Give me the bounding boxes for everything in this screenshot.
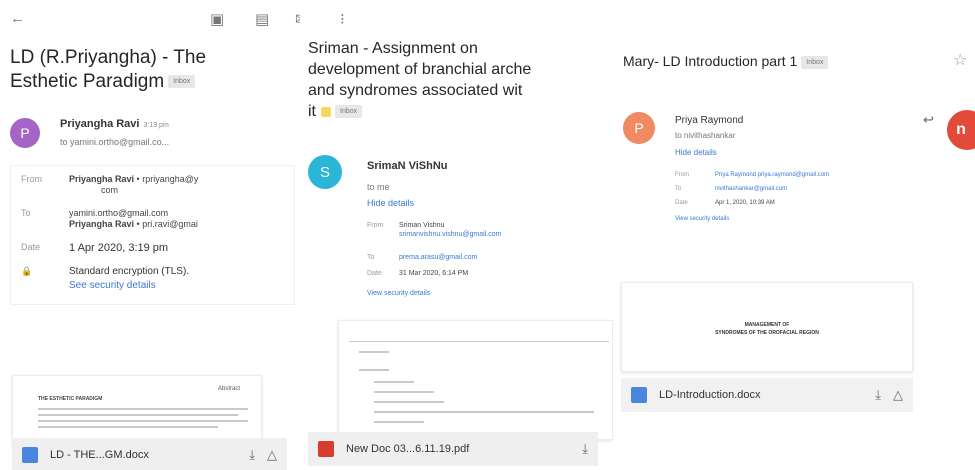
to-label: To bbox=[21, 208, 31, 218]
subject-line-4: it Inbox bbox=[308, 101, 531, 122]
avatar-letter: P bbox=[634, 120, 644, 136]
date-label: Date bbox=[367, 270, 382, 277]
attachment-bar[interactable]: LD-Introduction.docx ⤓ △ bbox=[621, 378, 913, 412]
sender-name: Priya Raymond bbox=[675, 115, 744, 126]
to-value-1: yamini.ortho@gmail.com bbox=[69, 208, 169, 218]
recipient-line[interactable]: to nivithashankar bbox=[675, 131, 735, 140]
archive-icon[interactable]: ▣ bbox=[210, 10, 224, 28]
details-block: From Priya Raymond priya.raymond@gmail.c… bbox=[675, 172, 965, 237]
recipient-line[interactable]: to yamini.ortho@gmail.co... bbox=[60, 137, 169, 147]
from-value: Sriman Vishnu bbox=[399, 222, 445, 229]
security-text: Standard encryption (TLS). bbox=[69, 266, 190, 277]
inbox-label[interactable]: Inbox bbox=[335, 105, 363, 119]
email-subject: Sriman - Assignment on development of br… bbox=[308, 38, 531, 122]
download-icon[interactable]: ⤓ bbox=[249, 447, 255, 463]
to-label: To bbox=[367, 254, 375, 261]
to-value-2: Priyangha Ravi • pri.ravi@gmai bbox=[69, 219, 198, 229]
attachment-name: LD - THE...GM.docx bbox=[50, 449, 149, 461]
docx-file-icon bbox=[22, 447, 38, 463]
drive-icon[interactable]: △ bbox=[267, 447, 277, 463]
hide-details-link[interactable]: Hide details bbox=[367, 198, 414, 208]
recipient-line[interactable]: to me bbox=[367, 182, 390, 192]
view-security-details-link[interactable]: View security details bbox=[675, 216, 729, 222]
reply-icon[interactable]: ↩ bbox=[923, 112, 934, 128]
sender-avatar[interactable]: S bbox=[308, 155, 342, 189]
email-subject: LD (R.Priyangha) - The Esthetic Paradigm… bbox=[10, 46, 206, 94]
drive-icon[interactable]: △ bbox=[893, 387, 903, 403]
preview-title: THE ESTHETIC PARADIGM bbox=[38, 396, 103, 402]
from-label: From bbox=[675, 172, 689, 178]
lock-icon: 🔒 bbox=[21, 266, 33, 276]
subject-line-2: Esthetic Paradigm Inbox bbox=[10, 70, 206, 94]
date-value: Apr 1, 2020, 10:39 AM bbox=[715, 200, 775, 206]
subject-line-3: and syndromes associated wit bbox=[308, 82, 523, 99]
hide-details-link[interactable]: Hide details bbox=[675, 148, 717, 157]
subject-line-2: development of branchial arche bbox=[308, 61, 532, 78]
star-icon[interactable]: ☆ bbox=[953, 50, 967, 70]
from-email[interactable]: srimanvishnu.vishnu@gmail.com bbox=[399, 231, 501, 238]
preview-title-1: MANAGEMENT OF bbox=[744, 322, 790, 328]
download-icon[interactable]: ⤓ bbox=[582, 441, 588, 457]
email-subject: Mary- LD Introduction part 1 Inbox bbox=[623, 52, 829, 70]
inbox-label[interactable]: Inbox bbox=[801, 55, 829, 69]
subject-line-1: LD (R.Priyangha) - The bbox=[10, 47, 207, 68]
sender-name: SrimaN ViShNu bbox=[367, 160, 448, 172]
star-icon[interactable] bbox=[321, 106, 331, 117]
email-panel-1: ← ▣ ▤ ✉ LD (R.Priyangha) - The Esthetic … bbox=[0, 0, 300, 470]
from-label: From bbox=[21, 174, 42, 184]
download-icon[interactable]: ⤓ bbox=[875, 387, 881, 403]
from-value: Priyangha Ravi • rpriyangha@y bbox=[69, 174, 199, 184]
attachment-name: LD-Introduction.docx bbox=[659, 389, 761, 401]
more-options-icon[interactable]: ⁝ bbox=[340, 10, 345, 28]
email-panel-2: ⁝ Sriman - Assignment on development of … bbox=[300, 0, 613, 470]
details-block: From Sriman Vishnu srimanvishnu.vishnu@g… bbox=[367, 222, 607, 307]
pdf-file-icon bbox=[318, 441, 334, 457]
date-value: 31 Mar 2020, 6:14 PM bbox=[399, 270, 469, 277]
account-avatar-letter: n bbox=[956, 121, 966, 138]
date-value: 1 Apr 2020, 3:19 pm bbox=[69, 242, 169, 254]
details-card: From Priyangha Ravi • rpriyangha@y com T… bbox=[10, 165, 295, 305]
preview-heading: Abstract bbox=[218, 386, 241, 392]
attachment-preview[interactable]: Abstract THE ESTHETIC PARADIGM bbox=[12, 375, 262, 445]
sender-avatar[interactable]: P bbox=[623, 112, 655, 144]
attachment-name: New Doc 03...6.11.19.pdf bbox=[346, 443, 470, 455]
see-security-details-link[interactable]: See security details bbox=[69, 280, 156, 291]
to-value[interactable]: prema.arasu@gmail.com bbox=[399, 254, 477, 261]
attachment-preview[interactable]: MANAGEMENT OF SYNDROMES OF THE OROFACIAL… bbox=[621, 282, 913, 372]
docx-file-icon bbox=[631, 387, 647, 403]
email-panel-3: Mary- LD Introduction part 1 Inbox ☆ P Pr… bbox=[613, 0, 975, 470]
toolbar: ← ▣ ▤ ✉ bbox=[10, 10, 300, 30]
email-time: 3:19 pm bbox=[143, 122, 169, 129]
sender-name: Priyangha Ravi 3:19 pm bbox=[60, 118, 169, 130]
back-arrow-icon[interactable]: ← bbox=[10, 10, 25, 27]
attachment-bar[interactable]: New Doc 03...6.11.19.pdf ⤓ bbox=[308, 432, 598, 466]
attachment-preview[interactable] bbox=[338, 320, 613, 440]
delete-icon[interactable]: ▤ bbox=[255, 10, 269, 28]
date-label: Date bbox=[21, 242, 41, 252]
attachment-bar[interactable]: LD - THE...GM.docx ⤓ △ bbox=[12, 438, 287, 470]
preview-title-2: SYNDROMES OF THE OROFACIAL REGION bbox=[715, 330, 819, 336]
avatar-letter: P bbox=[20, 125, 30, 141]
view-security-details-link[interactable]: View security details bbox=[367, 290, 430, 297]
sender-avatar[interactable]: P bbox=[10, 118, 40, 148]
from-value[interactable]: Priya Raymond priya.raymond@gmail.com bbox=[715, 172, 829, 178]
to-label: To bbox=[675, 186, 682, 192]
to-value[interactable]: nivithashankar@gmail.com bbox=[715, 186, 787, 192]
subject-line-1: Sriman - Assignment on bbox=[308, 40, 478, 57]
from-label: From bbox=[367, 222, 384, 229]
from-email-cont: com bbox=[101, 185, 119, 195]
avatar-letter: S bbox=[319, 163, 330, 181]
inbox-label[interactable]: Inbox bbox=[168, 75, 196, 89]
date-label: Date bbox=[675, 200, 688, 206]
